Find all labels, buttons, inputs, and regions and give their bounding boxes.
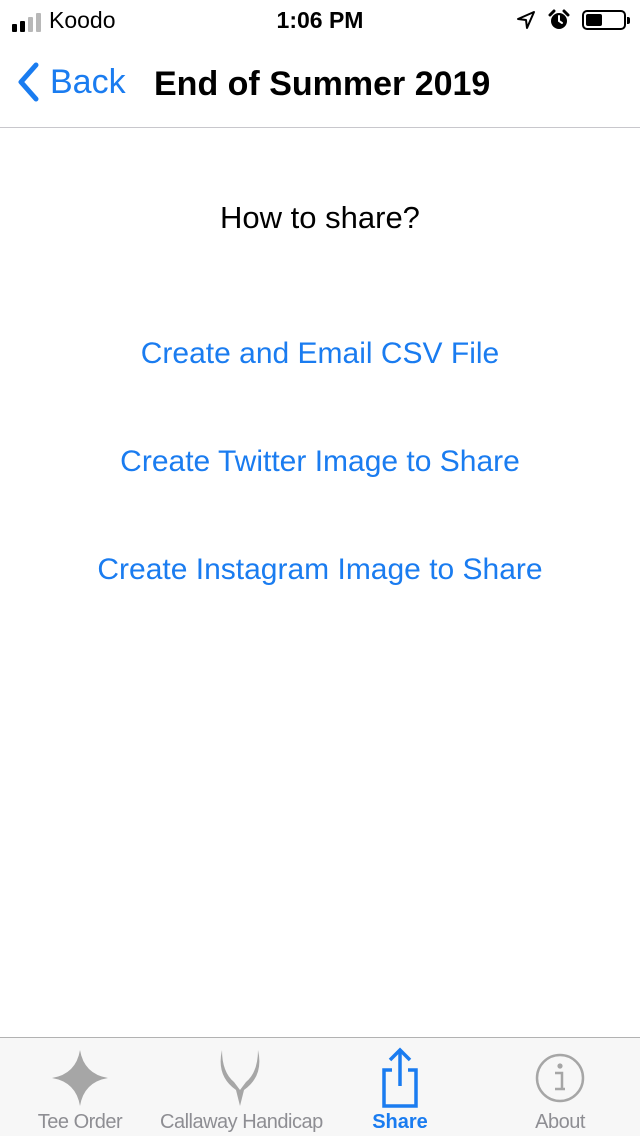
tab-bar: Tee Order Callaway Handicap Share About (0, 1037, 640, 1136)
tab-label-callaway-handicap: Callaway Handicap (160, 1111, 323, 1133)
status-bar: Koodo 1:06 PM (0, 0, 640, 40)
chevron-left-icon (18, 62, 39, 102)
tab-share[interactable]: Share (320, 1038, 480, 1136)
star-icon (48, 1046, 112, 1110)
info-icon (528, 1046, 592, 1110)
tab-label-about: About (535, 1111, 585, 1133)
twitter-image-button[interactable]: Create Twitter Image to Share (0, 442, 640, 482)
tab-tee-order[interactable]: Tee Order (0, 1038, 160, 1136)
alarm-clock-icon (548, 9, 570, 29)
instagram-image-button[interactable]: Create Instagram Image to Share (0, 550, 640, 590)
location-arrow-icon (517, 11, 535, 29)
navigation-bar: Back End of Summer 2019 (0, 40, 640, 128)
back-button-label: Back (50, 63, 126, 101)
share-prompt: How to share? (220, 200, 420, 235)
tab-callaway-handicap[interactable]: Callaway Handicap (160, 1038, 323, 1136)
email-csv-button[interactable]: Create and Email CSV File (0, 334, 640, 374)
page-title: End of Summer 2019 (154, 65, 491, 103)
screen: Koodo 1:06 PM Back End of Summer 2019 Ho… (0, 0, 640, 1136)
share-icon (368, 1046, 432, 1110)
tab-about[interactable]: About (480, 1038, 640, 1136)
status-right (516, 8, 630, 32)
battery-icon (582, 10, 630, 30)
tab-label-tee-order: Tee Order (37, 1111, 123, 1133)
back-button[interactable]: Back (16, 62, 126, 102)
tab-label-share: Share (372, 1111, 428, 1133)
horns-icon (208, 1046, 272, 1110)
